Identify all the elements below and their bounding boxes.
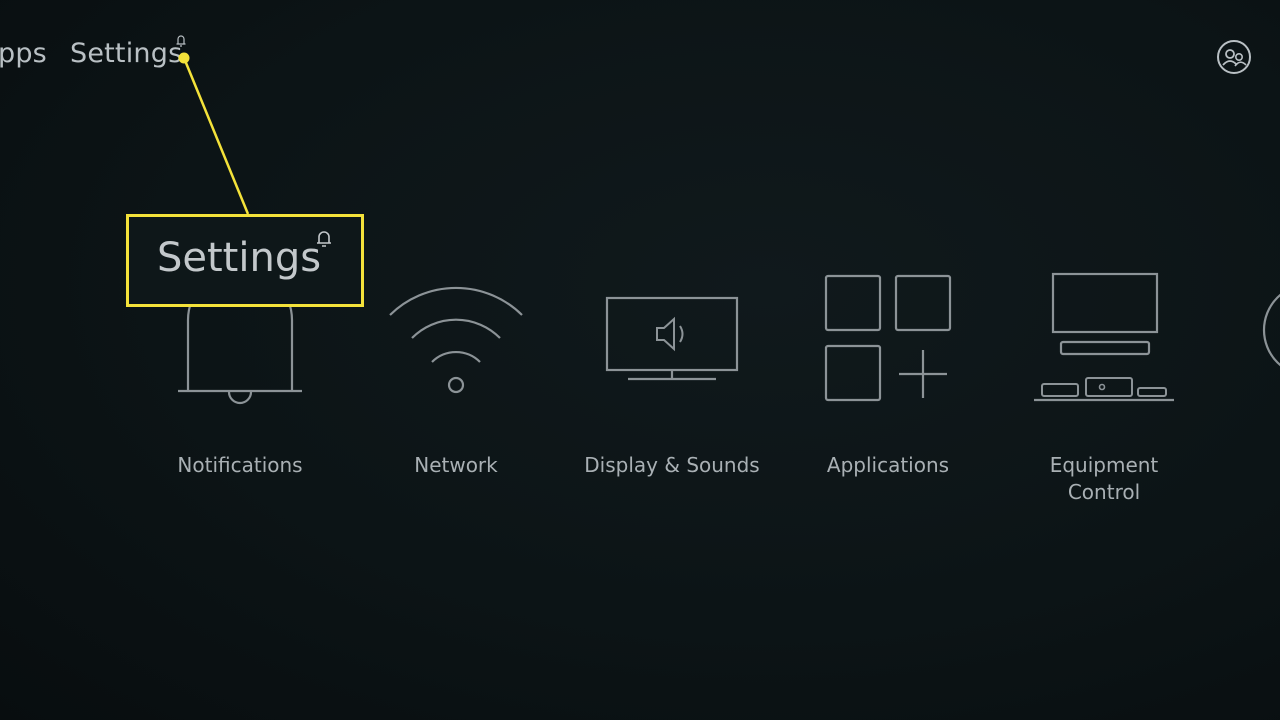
tile-notifications[interactable]: Notifications [140,270,340,520]
tile-equipment-control[interactable]: Equipment Control [1004,270,1204,520]
equipment-icon [1034,272,1174,402]
callout-label: Settings [157,235,322,281]
tile-label: Display & Sounds [584,453,760,477]
top-navigation: pps Settings [0,35,1280,78]
tile-label: Equipment Control [1049,453,1159,504]
bell-icon [317,231,331,247]
applications-grid-icon [824,274,952,402]
tile-label: Applications [826,453,950,477]
tile-network[interactable]: Network [356,270,556,520]
display-sound-icon [605,296,739,381]
bell-icon [176,35,186,47]
tile-label: Notifications [177,453,303,477]
tile-display-sounds[interactable]: Display & Sounds [572,270,772,520]
nav-item-apps[interactable]: pps [0,38,47,69]
tile-applications[interactable]: Applications [788,270,988,520]
nav-item-settings[interactable]: Settings [70,38,182,69]
settings-highlight-callout: Settings [126,214,364,307]
partial-tile-icon [1262,293,1280,367]
wifi-icon [389,286,523,394]
tile-label: Network [414,453,498,477]
profile-icon[interactable] [1216,39,1252,75]
